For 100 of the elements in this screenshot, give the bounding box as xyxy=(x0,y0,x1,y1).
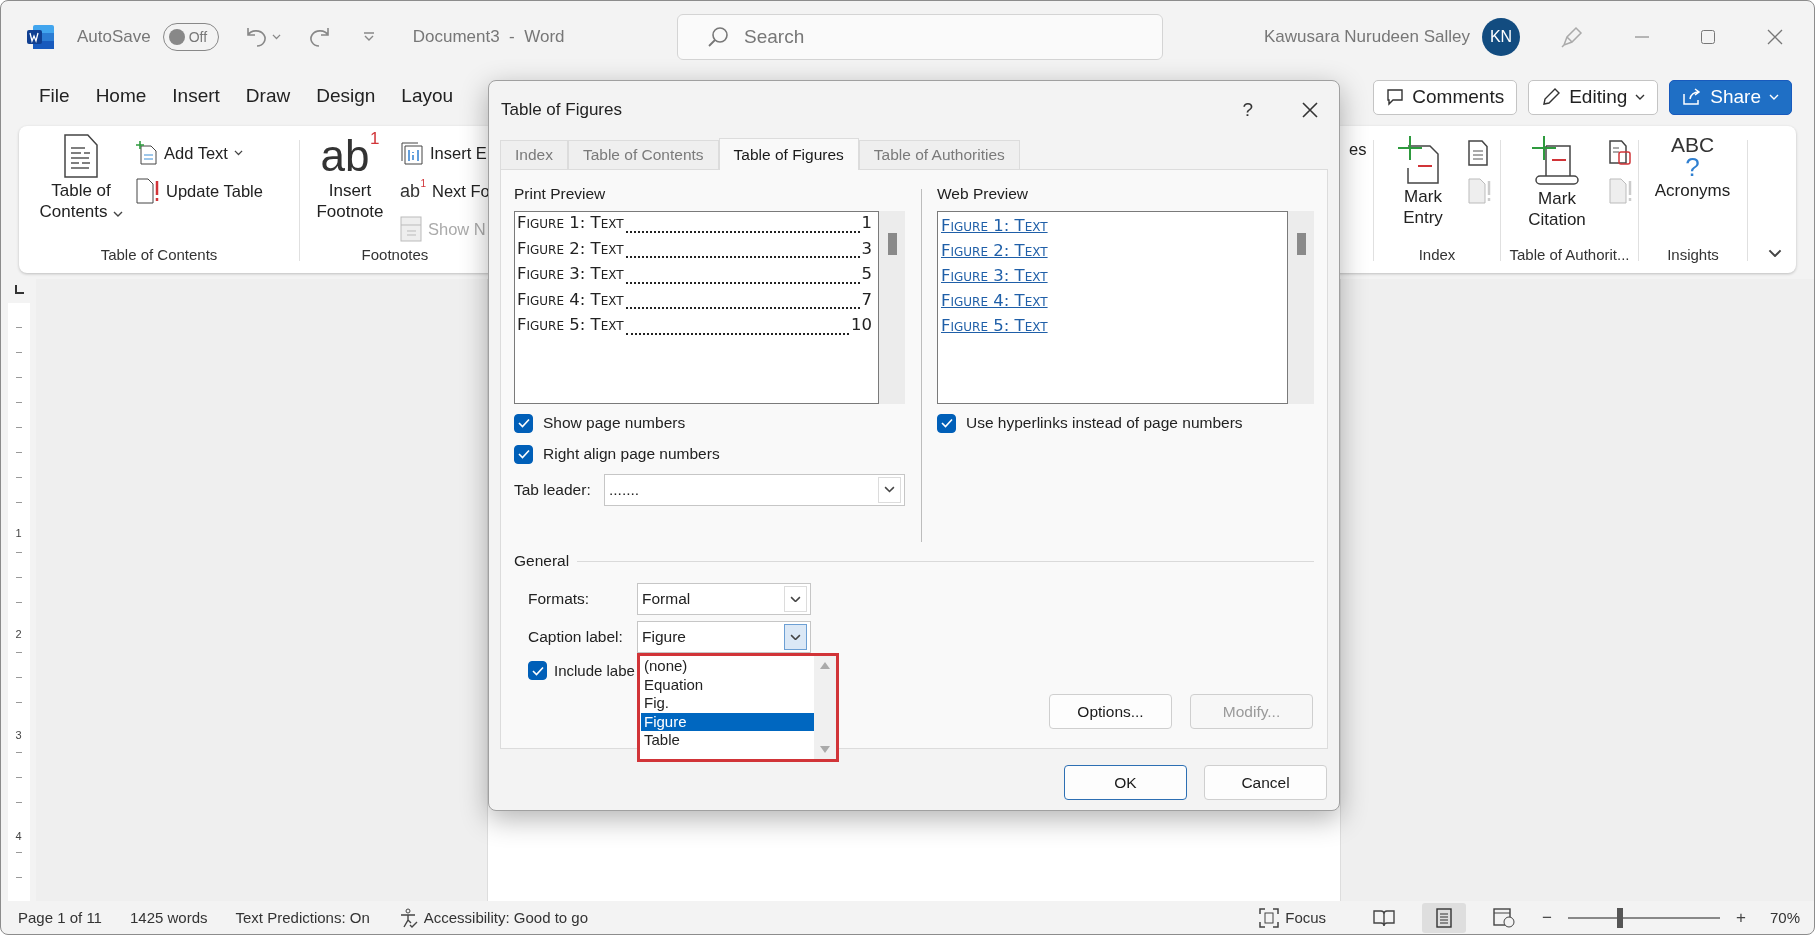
caret-icon xyxy=(271,34,281,40)
scroll-plus-minus-icon xyxy=(1532,134,1582,186)
group-label: Insights xyxy=(1666,246,1720,265)
pencil-icon xyxy=(1541,87,1562,107)
preview-caption: Figure 2: Text xyxy=(517,238,624,258)
open-book-icon xyxy=(1373,908,1396,927)
checkmark-icon xyxy=(517,449,530,459)
editing-button[interactable]: Editing xyxy=(1528,79,1659,115)
preview-link[interactable]: Figure 1: Text xyxy=(941,213,1048,238)
menu-tab[interactable]: Home xyxy=(95,80,147,114)
preview-caption: Figure 1: Text xyxy=(517,213,624,232)
search-field[interactable]: Search xyxy=(677,14,1163,60)
preview-page-number: 1 xyxy=(861,213,872,232)
ribbon-button[interactable]: es xyxy=(1349,140,1373,162)
menu-tab[interactable]: File xyxy=(39,80,70,114)
scroll-down-icon xyxy=(820,746,830,753)
search-icon xyxy=(707,26,729,48)
caret-icon xyxy=(233,150,243,156)
menu-tab[interactable]: Insert xyxy=(172,80,220,114)
dropdown-option[interactable]: (none) xyxy=(641,657,814,676)
accessibility-button[interactable]: Accessibility: Good to go xyxy=(397,907,588,928)
focus-button[interactable]: Focus xyxy=(1259,907,1327,928)
dropdown-option[interactable]: Table xyxy=(641,731,814,750)
dialog-tab[interactable]: Table of Authorities xyxy=(858,140,1020,169)
caret-icon xyxy=(1769,94,1779,100)
scrollbar-thumb[interactable] xyxy=(887,233,897,255)
tab-leader-dropdown[interactable]: ....... xyxy=(604,473,905,506)
menu-tab[interactable]: Design xyxy=(316,80,376,114)
speech-bubble-icon xyxy=(1386,88,1405,106)
ribbon-button[interactable]: Mark Entry xyxy=(1388,134,1458,228)
ribbon-button[interactable]: Add Text xyxy=(136,136,263,170)
app-logo-icon xyxy=(27,24,55,50)
dialog-tab[interactable]: Table of Contents xyxy=(567,140,719,169)
document-lines-icon xyxy=(1468,140,1488,166)
bracket-box-icon xyxy=(400,141,424,165)
options-button[interactable]: Options... xyxy=(1049,694,1172,729)
help-button[interactable]: ? xyxy=(1238,98,1257,121)
preview-link[interactable]: Figure 3: Text xyxy=(941,263,1048,288)
checkbox[interactable] xyxy=(528,661,547,680)
section-label: Print Preview xyxy=(514,184,607,204)
zoom-slider-thumb[interactable] xyxy=(1616,907,1623,928)
autosave-toggle[interactable]: Off xyxy=(162,23,219,51)
globe-page-icon xyxy=(1493,907,1516,928)
checkbox[interactable] xyxy=(514,413,533,433)
preview-link[interactable]: Figure 4: Text xyxy=(941,288,1048,313)
dropdown-option[interactable]: Figure xyxy=(641,712,814,732)
cancel-button[interactable]: Cancel xyxy=(1204,765,1327,800)
caret-icon xyxy=(112,211,123,217)
ribbon-button[interactable]: Table of Contents xyxy=(36,134,126,222)
menu-tab[interactable]: Layou xyxy=(401,80,454,114)
share-icon xyxy=(1682,88,1703,106)
section-label: General xyxy=(514,552,570,570)
document-scroll-icon xyxy=(1609,140,1631,166)
user-avatar[interactable]: KN xyxy=(1482,18,1520,56)
document-plus-icon xyxy=(136,141,158,165)
scrollbar-thumb[interactable] xyxy=(1296,233,1306,255)
dialog-tab[interactable]: Index xyxy=(500,140,568,169)
group-label: Table of Authorit... xyxy=(1508,246,1631,265)
share-button[interactable]: Share xyxy=(1669,79,1792,115)
preview-page-number: 5 xyxy=(861,264,872,283)
dropdown-option[interactable]: Equation xyxy=(641,675,814,695)
maximize-button[interactable] xyxy=(1700,29,1716,45)
collapse-ribbon-button[interactable] xyxy=(1768,248,1782,257)
greyed-document-exclamation-icon xyxy=(1609,178,1633,204)
ribbon-button[interactable]: Update Table xyxy=(136,174,263,208)
customize-toolbar-button[interactable] xyxy=(362,32,375,42)
checkbox-label: Use hyperlinks instead of page numbers xyxy=(966,414,1243,432)
preview-caption: Figure 5: Text xyxy=(517,315,624,334)
comments-button[interactable]: Comments xyxy=(1373,79,1518,115)
ribbon-button[interactable]: Mark Citation xyxy=(1515,134,1599,230)
zoom-in-button[interactable]: + xyxy=(1736,907,1746,928)
dropdown-option[interactable]: Fig. xyxy=(641,694,814,713)
caption-label-dropdown[interactable]: Figure xyxy=(637,621,811,653)
checkbox[interactable] xyxy=(514,444,533,464)
close-button[interactable] xyxy=(1301,100,1319,119)
checkmark-icon xyxy=(517,418,530,428)
dialog-title: Table of Figures xyxy=(501,99,623,120)
checkbox[interactable] xyxy=(937,413,956,433)
formats-dropdown[interactable]: Formal xyxy=(637,583,811,615)
preview-caption: Figure 4: Text xyxy=(517,289,624,309)
zoom-out-button[interactable]: − xyxy=(1542,907,1553,928)
preview-link[interactable]: Figure 5: Text xyxy=(941,313,1048,338)
preview-page-number: 7 xyxy=(861,289,872,309)
group-label: Table of Contents xyxy=(99,246,219,265)
text-predictions-status: Text Predictions: On xyxy=(235,909,370,926)
ribbon-button[interactable]: ABC ? Acronyms xyxy=(1648,134,1737,201)
greyed-document-icon xyxy=(400,216,422,242)
group-label: Footnotes xyxy=(360,246,430,265)
undo-button[interactable] xyxy=(244,26,281,48)
ok-button[interactable]: OK xyxy=(1064,765,1187,800)
ribbon-button[interactable]: Insert E xyxy=(400,136,490,170)
menu-tab[interactable]: Draw xyxy=(245,80,291,114)
dialog-tab[interactable]: Table of Figures xyxy=(718,138,859,170)
page-count: Page 1 of 11 xyxy=(18,909,102,926)
preview-link[interactable]: Figure 2: Text xyxy=(941,238,1048,263)
print-layout-button[interactable] xyxy=(1422,902,1467,933)
ribbon-button[interactable]: ab$^{1}$ Insert Footnote xyxy=(310,134,390,222)
document-title: Document3 - Word xyxy=(412,27,565,47)
page-icon xyxy=(1436,907,1453,928)
user-name: Kawusara Nurudeen Salley xyxy=(1264,27,1470,47)
